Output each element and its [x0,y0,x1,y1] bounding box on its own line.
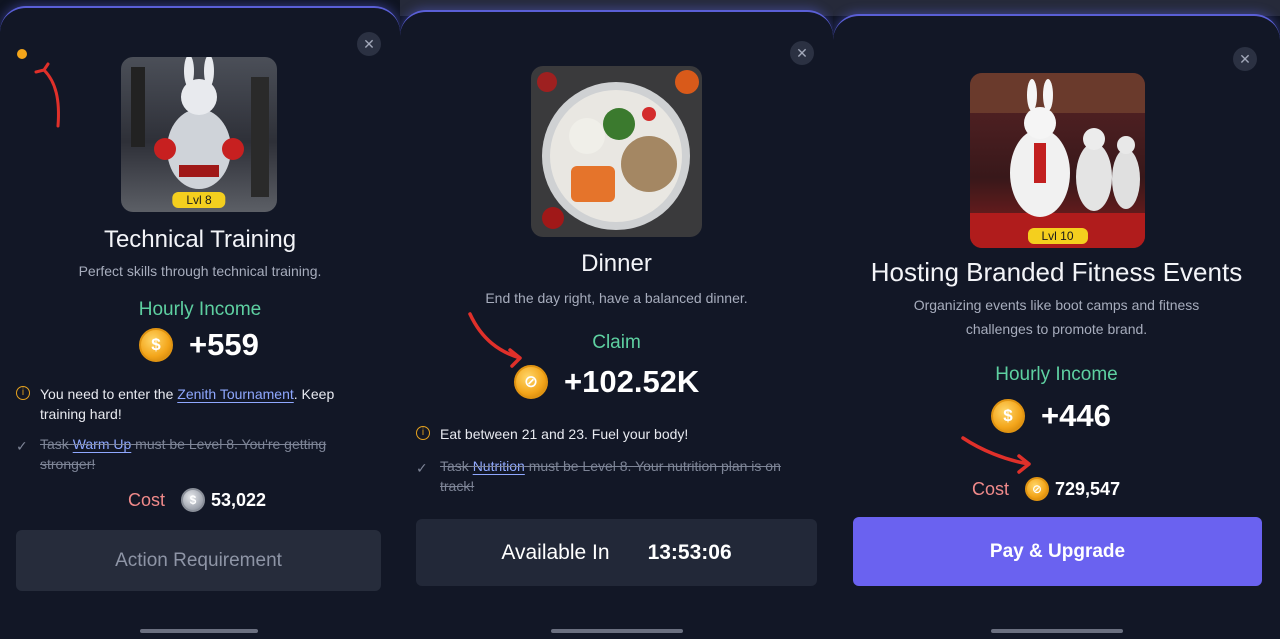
level-badge: Lvl 10 [1027,228,1088,244]
annotation-arrow [961,436,1031,474]
cost-value: 53,022 [211,489,267,510]
item-image: Lvl 10 [970,73,1145,248]
available-in-label: Available In [501,540,610,564]
task-link[interactable]: Nutrition [473,458,525,474]
home-indicator [551,629,683,633]
check-icon: ✓ [416,460,428,476]
item-image: Lvl 8 [121,57,277,212]
income-label: Hourly Income [995,364,1118,385]
cost-row: Cost $ 53,022 [128,488,266,512]
close-icon[interactable]: ✕ [790,41,814,65]
close-icon[interactable]: ✕ [1233,47,1257,71]
available-in-button[interactable]: Available In 13:53:06 [416,519,817,586]
annotation-arrow [468,312,522,368]
pay-upgrade-button[interactable]: Pay & Upgrade [853,517,1262,586]
item-title: Technical Training [103,226,297,253]
info-icon: i [416,426,430,440]
item-description: Organizing events like boot camps and fi… [913,297,1200,337]
close-icon[interactable]: ✕ [357,32,381,56]
item-image [531,66,702,237]
item-description: Perfect skills through technical trainin… [78,263,322,279]
task-note: ✓ Task Warm Up must be Level 8. You're g… [16,436,327,472]
claim-value: +102.52K [564,364,700,399]
income-value: +446 [1041,398,1111,433]
cost-value: 729,547 [1055,478,1121,499]
coin-icon: $ [181,488,206,512]
dinner-panel: ✕ Dinner End the day right, have a balan… [400,0,833,639]
home-indicator [991,629,1123,633]
income-value: +559 [189,327,259,362]
annotation-arrow [17,49,60,128]
home-indicator [140,629,258,633]
countdown-timer: 13:53:06 [647,540,732,564]
technical-training-panel: ✕ Lvl 8 Technical Training Perfect skill… [0,0,400,639]
item-title: Hosting Branded Fitness Events [870,257,1243,287]
task-link[interactable]: Warm Up [73,436,132,452]
level-badge: Lvl 8 [172,192,226,208]
tournament-link[interactable]: Zenith Tournament [177,386,293,402]
requirement-note: i You need to enter the Zenith Tournamen… [16,384,356,424]
info-icon: i [16,386,30,400]
fitness-events-panel: ✕ Lvl 10 Hosting Branded Fitness Events … [833,0,1280,639]
item-title: Dinner [581,250,652,277]
check-icon: ✓ [16,438,28,454]
income-label: Hourly Income [138,299,262,320]
income-amount: $ +559 [139,327,259,363]
task-note: ✓ Task Nutrition must be Level 8. Your n… [416,458,781,494]
coin-icon: $ [139,328,173,362]
action-requirement-button[interactable]: Action Requirement [16,530,381,591]
bottom-sheet: ✕ Lvl 10 Hosting Branded Fitness Events … [833,14,1280,639]
cost-label: Cost [128,489,166,510]
requirement-note: i Eat between 21 and 23. Fuel your body! [416,424,816,444]
